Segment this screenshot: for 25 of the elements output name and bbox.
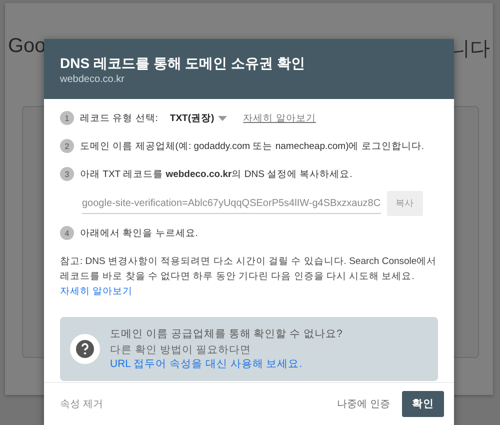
step-number: 1 [60,111,74,125]
step-number: 3 [60,167,74,181]
help-text: 다른 확인 방법이 필요하다면 URL 접두어 속성을 대신 사용해 보세요. [110,343,304,371]
dialog-title: DNS 레코드를 통해 도메인 소유권 확인 [60,55,306,72]
step-text: 도메인 이름 제공업체(예: godaddy.com 또는 namecheap.com)에 로그인합니다. [80,140,424,152]
step-number: 2 [60,139,74,153]
help-title: 도메인 이름 공급업체를 통해 확인할 수 없나요? [110,327,344,341]
txt-record-field[interactable]: google-site-verification=Ablc67yUqqQSEorP5s4lIW-g4SBxzxauz8C [82,194,381,214]
help-icon [70,334,100,364]
welcome-heading: Goo [8,35,46,59]
url-prefix-link[interactable]: URL 접두어 속성을 대신 사용해 보세요. [110,358,302,370]
step-number: 4 [60,226,74,240]
caret-icon [218,116,228,120]
step-text: 아래 TXT 레코드를 webdeco.co.kr의 DNS 설정에 복사하세요. [80,168,352,180]
copy-button[interactable]: 복사 [386,191,423,216]
step-label: 레코드 유형 선택: [80,112,158,124]
remove-property-button[interactable]: 속성 제거 [60,397,103,411]
note-text: 참고: DNS 변경사항이 적용되려면 다소 시간이 걸릴 수 있습니다. Search Console에서 레코드를 바로 찾을 수 없다면 하루 동안 기다린 다음 인증을 다시 시도해 보세요. 자세히 알아보기 [60,255,438,299]
learn-more-link[interactable]: 자세히 알아보기 [60,286,133,297]
record-type-dropdown[interactable]: TXT(권장) [170,112,228,124]
learn-more-link[interactable]: 자세히 알아보기 [243,112,316,124]
verify-later-button[interactable]: 나중에 인증 [337,397,390,411]
domain-subtitle: webdeco.co.kr [60,74,126,85]
step-text: 아래에서 확인을 누르세요. [80,226,198,240]
verify-button[interactable]: 확인 [402,391,444,417]
